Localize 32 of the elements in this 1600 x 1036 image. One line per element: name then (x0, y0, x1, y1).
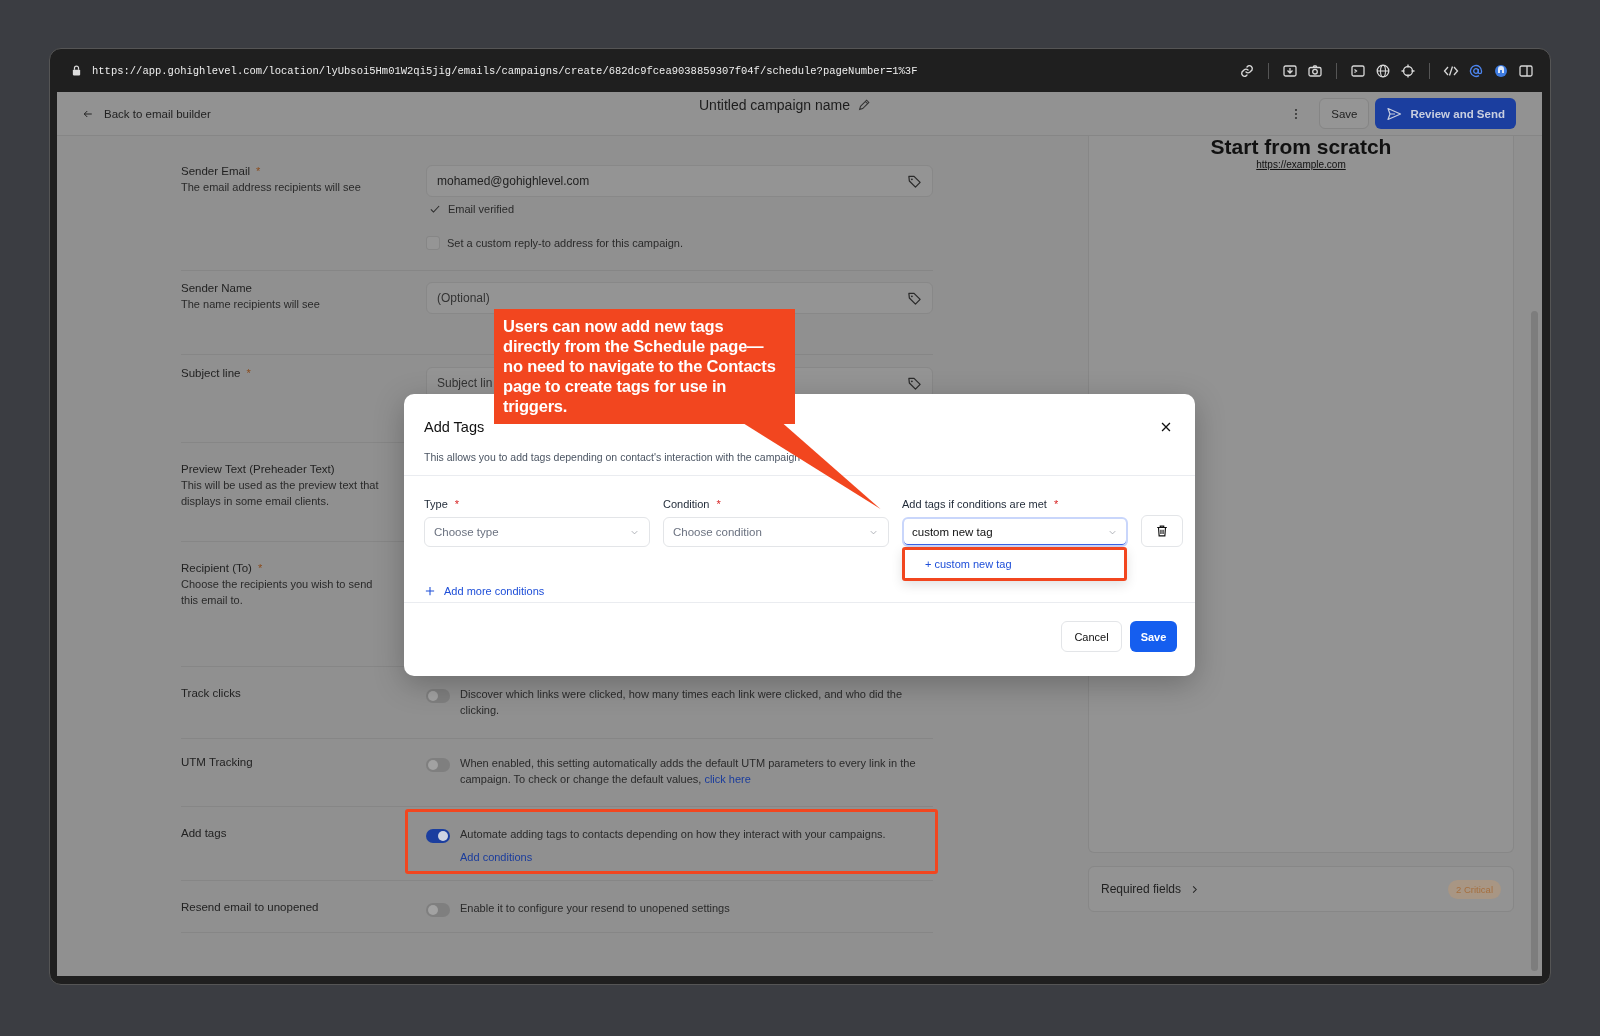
required-mark: * (257, 562, 263, 574)
field-label: Add tags if conditions are met (902, 498, 1047, 510)
field-label: Sender Name (181, 282, 252, 294)
setting-description: Discover which links were clicked, how many times each link were clicked, and who did the clicking. (460, 687, 904, 718)
field-label: UTM Tracking (181, 756, 253, 768)
field-hint: The email address recipients will see (181, 180, 362, 195)
field-hint: The name recipients will see (181, 297, 321, 312)
field-label: Resend email to unopened (181, 901, 319, 913)
field-label: Type (424, 498, 448, 510)
setting-description: When enabled, this setting automatically adds the default UTM parameters to every link in the campaign. To check or change the default values, click here (460, 756, 917, 787)
field-label: Recipient (To) (181, 562, 252, 574)
field-hint: Choose the recipients you wish to send this email to. (181, 577, 374, 608)
field-label: Sender Email (181, 165, 251, 177)
required-mark: * (256, 165, 261, 177)
preview-title: Start from scratch (1210, 135, 1392, 159)
required-mark: * (716, 498, 721, 510)
required-mark: * (1053, 498, 1059, 510)
critical-badge: 2 Critical (1448, 879, 1501, 899)
setting-description: Enable it to configure your resend to unopened settings (460, 901, 730, 916)
required-mark: * (454, 498, 460, 510)
field-label: Preview Text (Preheader Text) (181, 463, 335, 475)
field-label: Track clicks (181, 687, 241, 699)
campaign-title: Untitled campaign name (699, 97, 850, 113)
verified-text: Email verified (448, 203, 515, 215)
field-hint: This will be used as the preview text that displays in some email clients. (181, 478, 380, 509)
setting-description: Automate adding tags to contacts depending on how they interact with your campaigns. (460, 827, 886, 842)
checkbox-label: Set a custom reply-to address for this campaign. (447, 237, 683, 249)
field-label: Subject line (181, 367, 241, 379)
field-label: Add tags (181, 827, 227, 839)
dialog-title: Add Tags (424, 419, 485, 435)
field-label: Condition (663, 498, 710, 510)
required-mark: * (246, 367, 251, 379)
